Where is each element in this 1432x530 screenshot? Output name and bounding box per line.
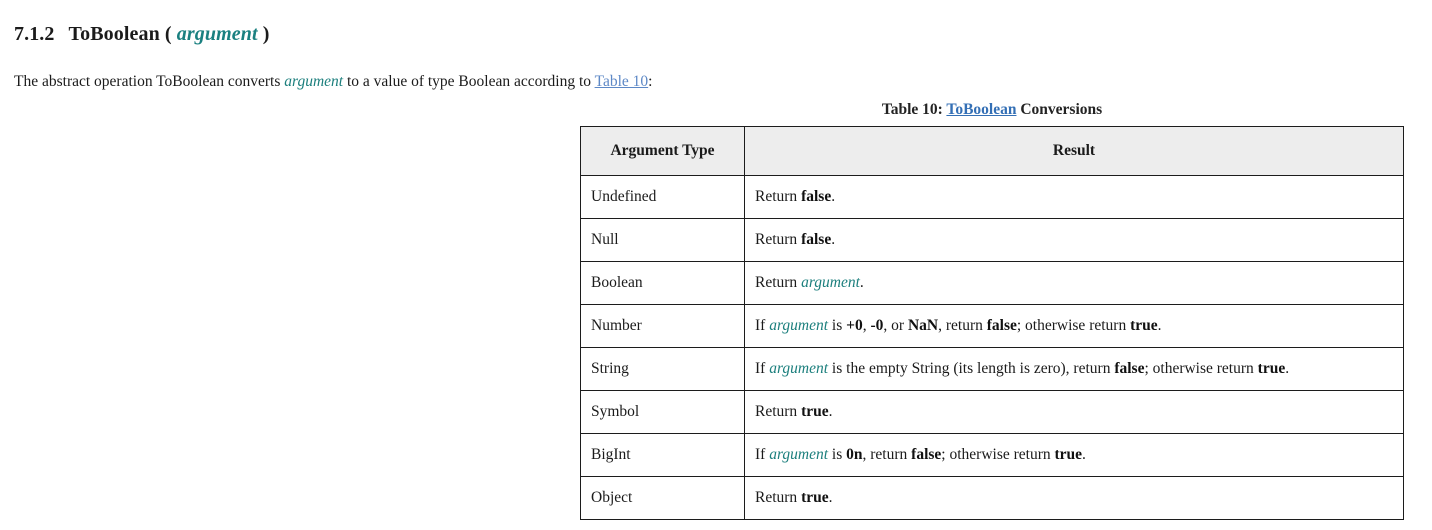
result-text: is	[828, 446, 847, 463]
cell-result: If argument is +0, -0, or NaN, return fa…	[744, 304, 1404, 348]
page-title: 7.1.2 ToBoolean ( argument )	[14, 21, 270, 47]
result-text: Return	[755, 489, 802, 506]
cell-argument-type: BigInt	[580, 433, 745, 477]
intro-text-before: The abstract operation	[14, 72, 157, 90]
result-keyword: true	[1257, 360, 1286, 377]
table-header: Argument Type Result	[580, 126, 1404, 176]
result-text: .	[831, 188, 836, 205]
cell-argument-type: Undefined	[580, 175, 745, 219]
table-block: Table 10: ToBoolean Conversions Argument…	[580, 100, 1404, 520]
cell-argument-type: Null	[580, 218, 745, 262]
table-row: Boolean Return argument.	[580, 261, 1404, 305]
result-text: .	[828, 403, 833, 420]
result-parameter: argument	[769, 446, 829, 463]
table-row: Object Return true.	[580, 476, 1404, 520]
cell-result: If argument is 0n, return false; otherwi…	[744, 433, 1404, 477]
cell-result: Return false.	[744, 175, 1404, 219]
result-keyword: false	[911, 446, 942, 463]
cell-result: Return argument.	[744, 261, 1404, 305]
result-keyword: true	[1054, 446, 1083, 463]
result-keyword: 0n	[846, 446, 863, 463]
result-text: ; otherwise return	[941, 446, 1055, 463]
cell-argument-type: Symbol	[580, 390, 745, 434]
result-text: If	[755, 446, 770, 463]
toboolean-conversions-table: Argument Type Result Undefined Return fal…	[580, 126, 1404, 520]
result-keyword: true	[801, 489, 829, 506]
table-caption-suffix: Conversions	[1016, 101, 1103, 118]
result-text: is	[828, 317, 847, 334]
table-row: String If argument is the empty String (i…	[580, 347, 1404, 391]
signature-parameter: argument	[176, 23, 258, 46]
table-caption-link[interactable]: ToBoolean	[946, 101, 1016, 118]
result-keyword: false	[986, 317, 1017, 334]
intro-parameter: argument	[284, 72, 344, 90]
intro-text-after-op: converts	[223, 72, 285, 90]
result-text: Return	[755, 188, 802, 205]
table-row: Null Return false.	[580, 218, 1404, 262]
table-body: Undefined Return false. Null Return false. B…	[580, 175, 1404, 520]
result-text: .	[859, 274, 864, 291]
result-keyword: NaN	[907, 317, 939, 334]
result-text: ; otherwise return	[1144, 360, 1258, 377]
result-text: If	[755, 317, 770, 334]
result-text: is the empty String (its length is zero)…	[828, 360, 1115, 377]
table-row: Undefined Return false.	[580, 175, 1404, 219]
result-keyword: -0	[870, 317, 884, 334]
table-header-row: Argument Type Result	[580, 126, 1404, 176]
result-text: .	[1082, 446, 1086, 463]
table-10-link[interactable]: Table 10	[595, 73, 649, 90]
result-parameter: argument	[769, 317, 829, 334]
result-text: .	[1285, 360, 1290, 377]
result-text: , return	[862, 446, 912, 463]
result-keyword: true	[801, 403, 829, 420]
result-keyword: false	[801, 188, 832, 205]
intro-text-suffix: :	[648, 72, 653, 90]
result-keyword: true	[1130, 317, 1158, 334]
table-caption: Table 10: ToBoolean Conversions	[580, 100, 1404, 120]
table-row: Symbol Return true.	[580, 390, 1404, 434]
intro-paragraph: The abstract operation ToBoolean convert…	[14, 71, 652, 92]
signature-open-paren-glyph: (	[164, 23, 172, 46]
result-text: Return	[755, 274, 802, 291]
result-keyword: false	[1114, 360, 1145, 377]
result-text: Return	[755, 231, 802, 248]
cell-result: If argument is the empty String (its len…	[744, 347, 1404, 391]
result-parameter: argument	[769, 360, 829, 377]
table-row: BigInt If argument is 0n, return false; o…	[580, 433, 1404, 477]
result-text: , return	[938, 317, 987, 334]
result-text: If	[755, 360, 770, 377]
cell-result: Return true.	[744, 476, 1404, 520]
result-parameter: argument	[801, 274, 860, 291]
cell-argument-type: String	[580, 347, 745, 391]
section-number: 7.1.2	[14, 23, 55, 46]
signature-close-paren: )	[262, 23, 270, 46]
table-caption-prefix: Table 10:	[881, 101, 947, 118]
column-header-argument-type: Argument Type	[580, 126, 745, 176]
cell-argument-type: Number	[580, 304, 745, 348]
section-title-name: ToBoolean	[68, 23, 160, 46]
result-text: .	[1157, 317, 1162, 334]
cell-argument-type: Object	[580, 476, 745, 520]
result-text: .	[831, 231, 836, 248]
result-text: ; otherwise return	[1016, 317, 1131, 334]
column-header-result: Result	[744, 126, 1404, 176]
result-text: .	[828, 489, 833, 506]
result-keyword: false	[801, 231, 832, 248]
table-row: Number If argument is +0, -0, or NaN, ret…	[580, 304, 1404, 348]
intro-text-middle: to a value of type Boolean according to	[343, 72, 595, 90]
cell-result: Return true.	[744, 390, 1404, 434]
result-text: , or	[883, 317, 908, 334]
result-text: Return	[755, 403, 802, 420]
result-keyword: +0	[846, 317, 863, 334]
cell-argument-type: Boolean	[580, 261, 745, 305]
intro-operation-name: ToBoolean	[156, 72, 224, 90]
cell-result: Return false.	[744, 218, 1404, 262]
